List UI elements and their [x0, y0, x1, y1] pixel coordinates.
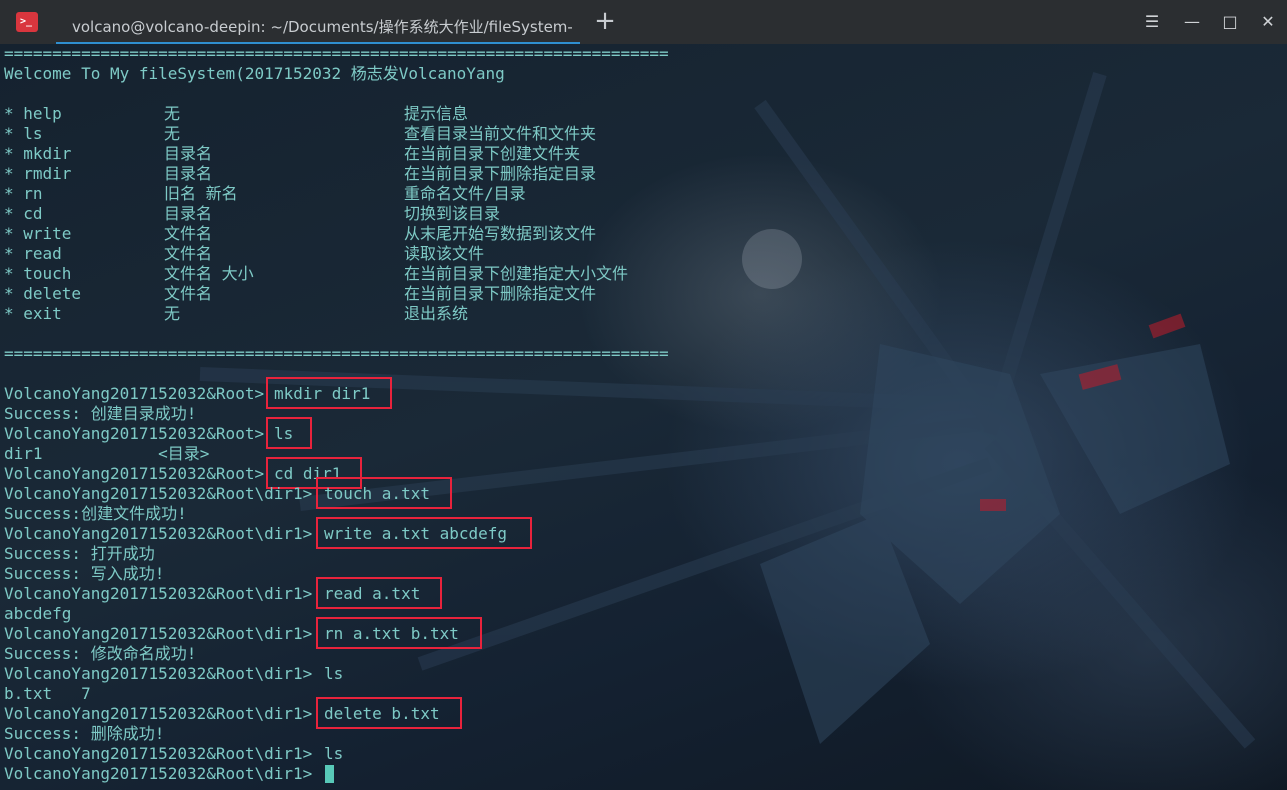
text-cursor	[325, 765, 334, 783]
tab-terminal[interactable]: volcano@volcano-deepin: ~/Documents/操作系统…	[56, 6, 580, 44]
help-description: 从末尾开始写数据到该文件	[404, 224, 597, 243]
menu-icon[interactable]: ☰	[1138, 10, 1166, 34]
command-output: Success: 写入成功!	[4, 564, 165, 583]
command-output: b.txt 7	[4, 684, 91, 703]
prompt: VolcanoYang2017152032&Root\dir1>	[4, 524, 313, 543]
help-command: * write	[4, 224, 72, 243]
prompt: VolcanoYang2017152032&Root>	[4, 424, 265, 443]
help-command: * read	[4, 244, 62, 263]
help-command: * delete	[4, 284, 82, 303]
help-description: 查看目录当前文件和文件夹	[404, 124, 597, 143]
prompt: VolcanoYang2017152032&Root\dir1>	[4, 744, 313, 763]
command-highlight-box	[316, 477, 452, 509]
help-description: 重命名文件/目录	[404, 184, 526, 203]
help-description: 在当前目录下删除指定文件	[404, 284, 597, 303]
help-argument: 文件名 大小	[164, 264, 254, 283]
help-command: * ls	[4, 124, 43, 143]
help-command: * exit	[4, 304, 62, 323]
help-command: * rmdir	[4, 164, 72, 183]
command-output: Success:创建文件成功!	[4, 504, 187, 523]
help-argument: 目录名	[164, 164, 213, 183]
command-input: ls	[324, 664, 344, 683]
help-description: 在当前目录下创建文件夹	[404, 144, 581, 163]
prompt: VolcanoYang2017152032&Root\dir1>	[4, 624, 313, 643]
separator-line: ========================================…	[4, 344, 669, 363]
prompt: VolcanoYang2017152032&Root\dir1>	[4, 664, 313, 683]
minimize-button[interactable]: —	[1178, 10, 1206, 34]
command-input: ls	[324, 744, 344, 763]
prompt: VolcanoYang2017152032&Root>	[4, 384, 265, 403]
command-output: Success: 创建目录成功!	[4, 404, 197, 423]
terminal-app-icon[interactable]: >_	[16, 12, 38, 32]
help-argument: 无	[164, 304, 181, 323]
help-command: * cd	[4, 204, 43, 223]
prompt: VolcanoYang2017152032&Root\dir1>	[4, 764, 313, 783]
help-argument: 文件名	[164, 244, 213, 263]
help-argument: 目录名	[164, 144, 213, 163]
help-description: 提示信息	[404, 104, 469, 123]
tab-title: volcano@volcano-deepin: ~/Documents/操作系统…	[72, 18, 572, 36]
help-argument: 无	[164, 124, 181, 143]
help-description: 读取该文件	[404, 244, 485, 263]
command-output: abcdefg	[4, 604, 72, 623]
help-description: 在当前目录下删除指定目录	[404, 164, 597, 183]
help-argument: 文件名	[164, 224, 213, 243]
prompt: VolcanoYang2017152032&Root>	[4, 464, 265, 483]
title-bar: >_ volcano@volcano-deepin: ~/Documents/操…	[0, 0, 1287, 45]
command-output: Success: 删除成功!	[4, 724, 165, 743]
help-argument: 无	[164, 104, 181, 123]
help-command: * touch	[4, 264, 72, 283]
command-highlight-box	[316, 617, 482, 649]
help-description: 退出系统	[404, 304, 469, 323]
terminal-area[interactable]: ========================================…	[0, 44, 1287, 790]
maximize-button[interactable]: □	[1216, 10, 1244, 34]
prompt: VolcanoYang2017152032&Root\dir1>	[4, 704, 313, 723]
help-argument: 文件名	[164, 284, 213, 303]
command-output: Success: 打开成功	[4, 544, 155, 563]
command-highlight-box	[316, 517, 532, 549]
command-output: dir1 <目录>	[4, 444, 210, 463]
separator-line: ========================================…	[4, 44, 669, 63]
help-argument: 目录名	[164, 204, 213, 223]
new-tab-button[interactable]: +	[590, 6, 620, 38]
help-description: 切换到该目录	[404, 204, 501, 223]
command-output: Success: 修改命名成功!	[4, 644, 197, 663]
prompt: VolcanoYang2017152032&Root\dir1>	[4, 584, 313, 603]
help-command: * mkdir	[4, 144, 72, 163]
prompt: VolcanoYang2017152032&Root\dir1>	[4, 484, 313, 503]
help-argument: 旧名 新名	[164, 184, 238, 203]
command-highlight-box	[266, 417, 312, 449]
command-highlight-box	[266, 377, 392, 409]
command-highlight-box	[316, 697, 462, 729]
welcome-message: Welcome To My fileSystem(2017152032 杨志发V…	[4, 64, 505, 83]
help-command: * rn	[4, 184, 43, 203]
help-description: 在当前目录下创建指定大小文件	[404, 264, 629, 283]
command-highlight-box	[316, 577, 442, 609]
help-command: * help	[4, 104, 62, 123]
close-button[interactable]: ✕	[1254, 10, 1282, 34]
